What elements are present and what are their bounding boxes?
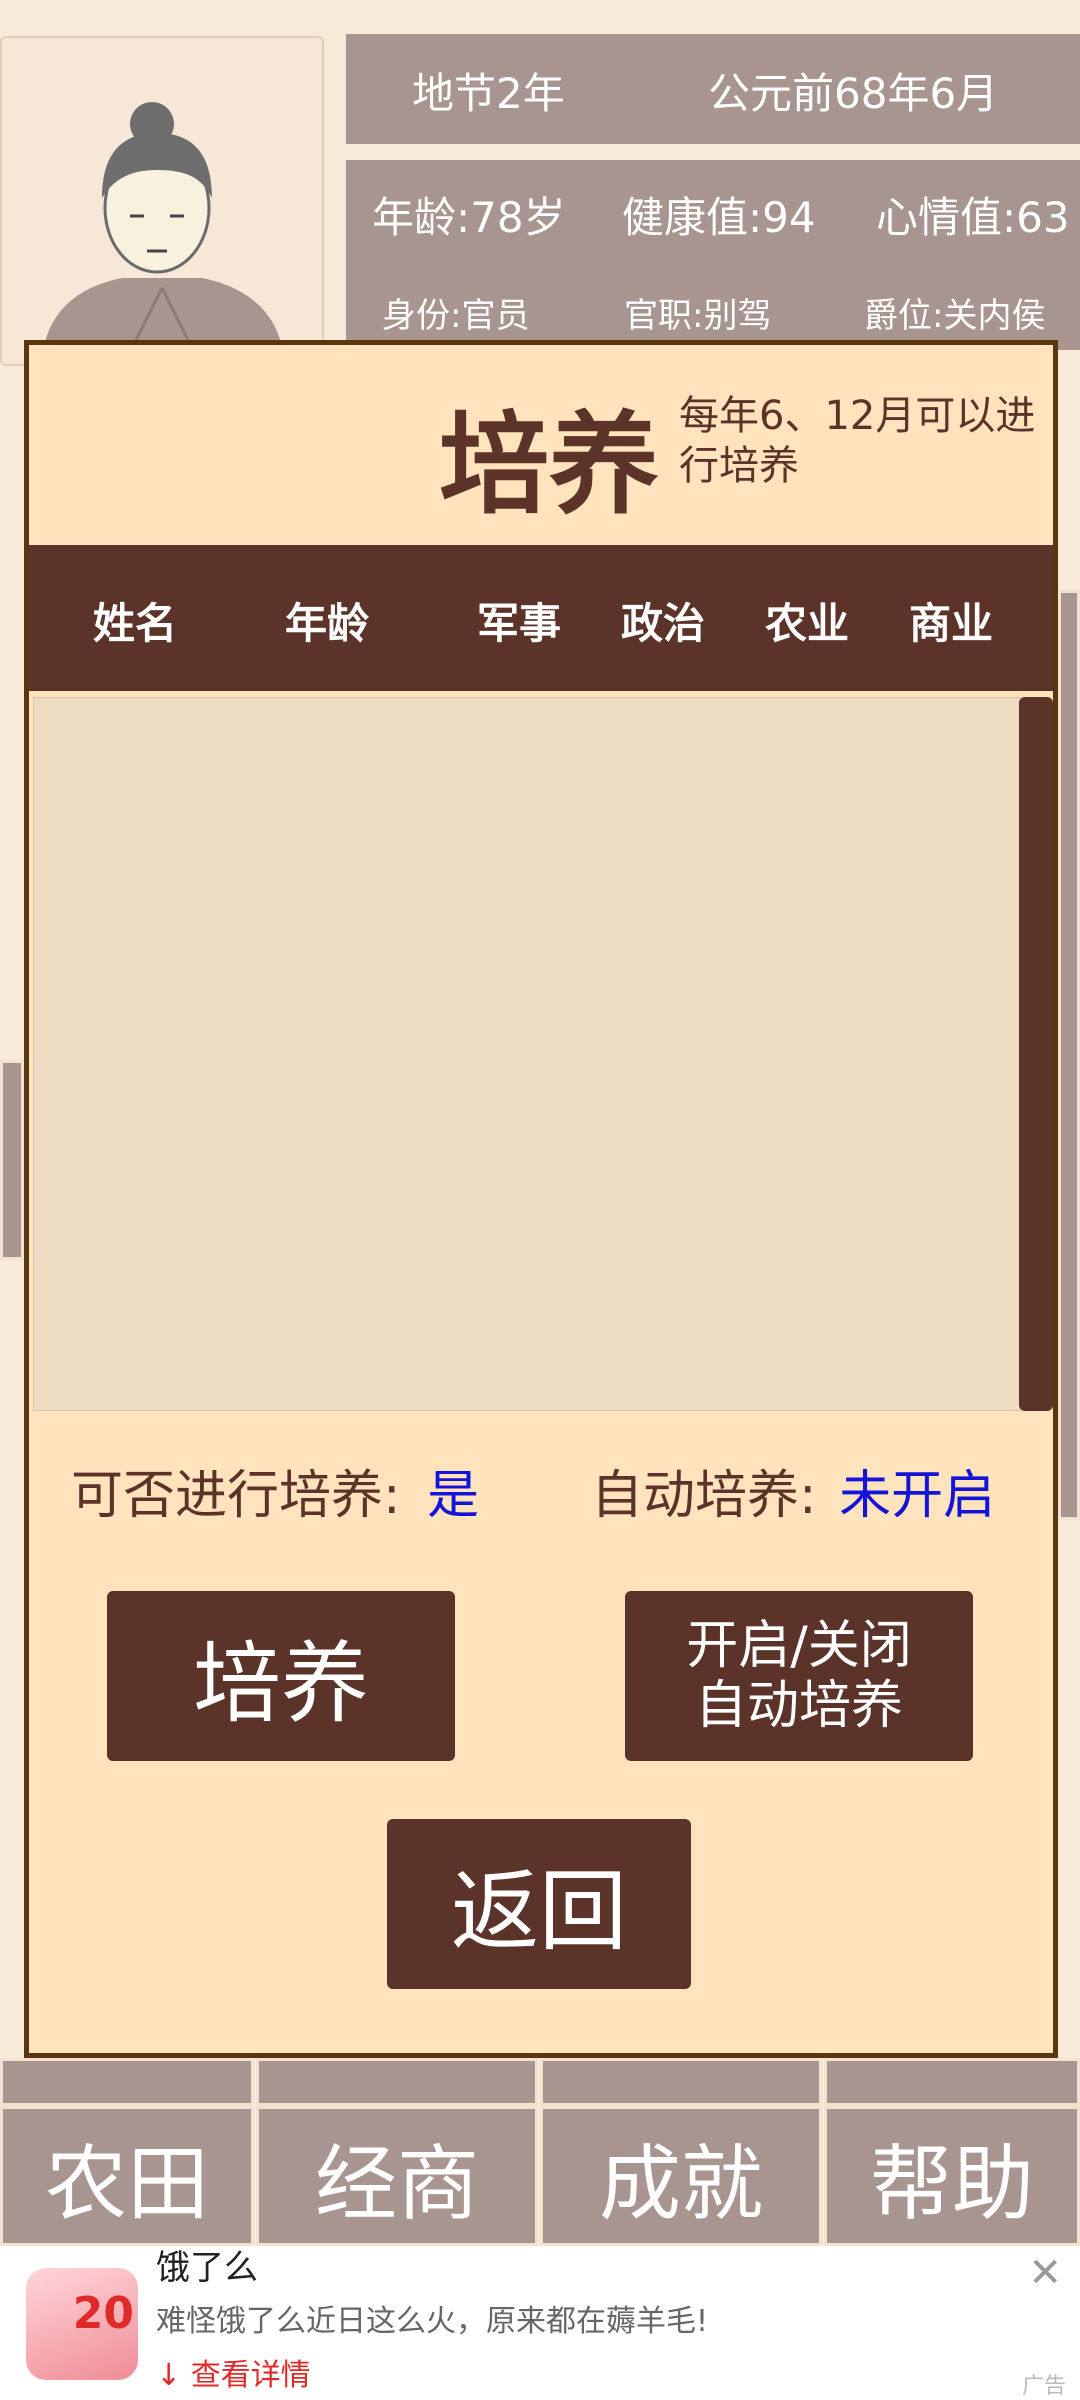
dialog-hint: 每年6、12月可以进行培养 xyxy=(679,393,1036,489)
grid-cell xyxy=(824,2058,1080,2106)
column-military: 军事 xyxy=(477,599,562,648)
column-age: 年龄 xyxy=(285,599,370,648)
grid-cell xyxy=(1058,590,1080,1520)
avatar-panel xyxy=(0,36,324,369)
nav-farmland[interactable]: 农田 xyxy=(0,2106,254,2246)
office-stat: 官职:别驾 xyxy=(624,296,772,336)
can-train-label: 可否进行培养: xyxy=(71,1466,401,1526)
ad-banner[interactable]: 20 饿了么 难怪饿了么近日这么火，原来都在薅羊毛! ↓ 查看详情 ✕ 广告 xyxy=(0,2246,1080,2400)
trainee-list[interactable] xyxy=(33,697,1023,1411)
back-button[interactable]: 返回 xyxy=(387,1819,691,1989)
nav-help[interactable]: 帮助 xyxy=(824,2106,1080,2246)
grid-cell xyxy=(256,2058,538,2106)
avatar xyxy=(42,102,284,369)
reign-year: 地节2年 xyxy=(412,69,565,118)
dialog-title: 培养 xyxy=(439,401,659,529)
date-panel: 地节2年 公元前68年6月 xyxy=(346,34,1080,144)
training-dialog: 培养 每年6、12月可以进行培养 姓名 年龄 军事 政治 农业 商业 可否进行培… xyxy=(24,340,1058,2058)
ad-thumb-number: 20 xyxy=(72,2288,134,2339)
grid-cell xyxy=(0,2058,254,2106)
status-panel: 年龄:78岁 健康值:94 心情值:63 身份:官员 官职:别驾 爵位:关内侯 xyxy=(346,160,1080,350)
toggle-auto-line2: 自动培养 xyxy=(694,1676,903,1736)
auto-train-value: 未开启 xyxy=(839,1466,996,1526)
download-arrow-icon: ↓ xyxy=(156,2358,182,2393)
ad-description: 难怪饿了么近日这么火，原来都在薅羊毛! xyxy=(156,2304,709,2339)
ad-title: 饿了么 xyxy=(156,2248,258,2288)
rank-stat: 爵位:关内侯 xyxy=(864,296,1046,336)
grid-cell xyxy=(540,2058,822,2106)
toggle-auto-train-button[interactable]: 开启/关闭 自动培养 xyxy=(625,1591,973,1761)
can-train-status: 可否进行培养: 是 xyxy=(71,1453,479,1528)
ad-details-link[interactable]: ↓ 查看详情 xyxy=(156,2350,311,2394)
health-stat: 健康值:94 xyxy=(622,193,816,242)
train-button[interactable]: 培养 xyxy=(107,1591,455,1761)
column-commerce: 商业 xyxy=(909,599,994,648)
close-icon[interactable]: ✕ xyxy=(1028,2250,1062,2296)
grid-cell xyxy=(0,1060,24,1260)
ad-thumbnail: 20 xyxy=(26,2268,138,2380)
calendar-date: 公元前68年6月 xyxy=(708,69,999,118)
list-scrollbar[interactable] xyxy=(1019,697,1053,1411)
ad-label: 广告 xyxy=(1021,2374,1066,2399)
auto-train-status: 自动培养: 未开启 xyxy=(591,1453,995,1528)
mood-stat: 心情值:63 xyxy=(876,193,1070,242)
column-header-row: 姓名 年龄 军事 政治 农业 商业 xyxy=(29,545,1053,691)
identity-stat: 身份:官员 xyxy=(382,296,530,336)
nav-achievements[interactable]: 成就 xyxy=(540,2106,822,2246)
can-train-value: 是 xyxy=(427,1466,480,1526)
column-name: 姓名 xyxy=(93,599,178,648)
nav-commerce[interactable]: 经商 xyxy=(256,2106,538,2246)
auto-train-label: 自动培养: xyxy=(591,1466,817,1526)
column-politics: 政治 xyxy=(621,599,706,648)
toggle-auto-line1: 开启/关闭 xyxy=(686,1616,912,1676)
column-agriculture: 农业 xyxy=(765,599,850,648)
age-stat: 年龄:78岁 xyxy=(372,193,566,242)
